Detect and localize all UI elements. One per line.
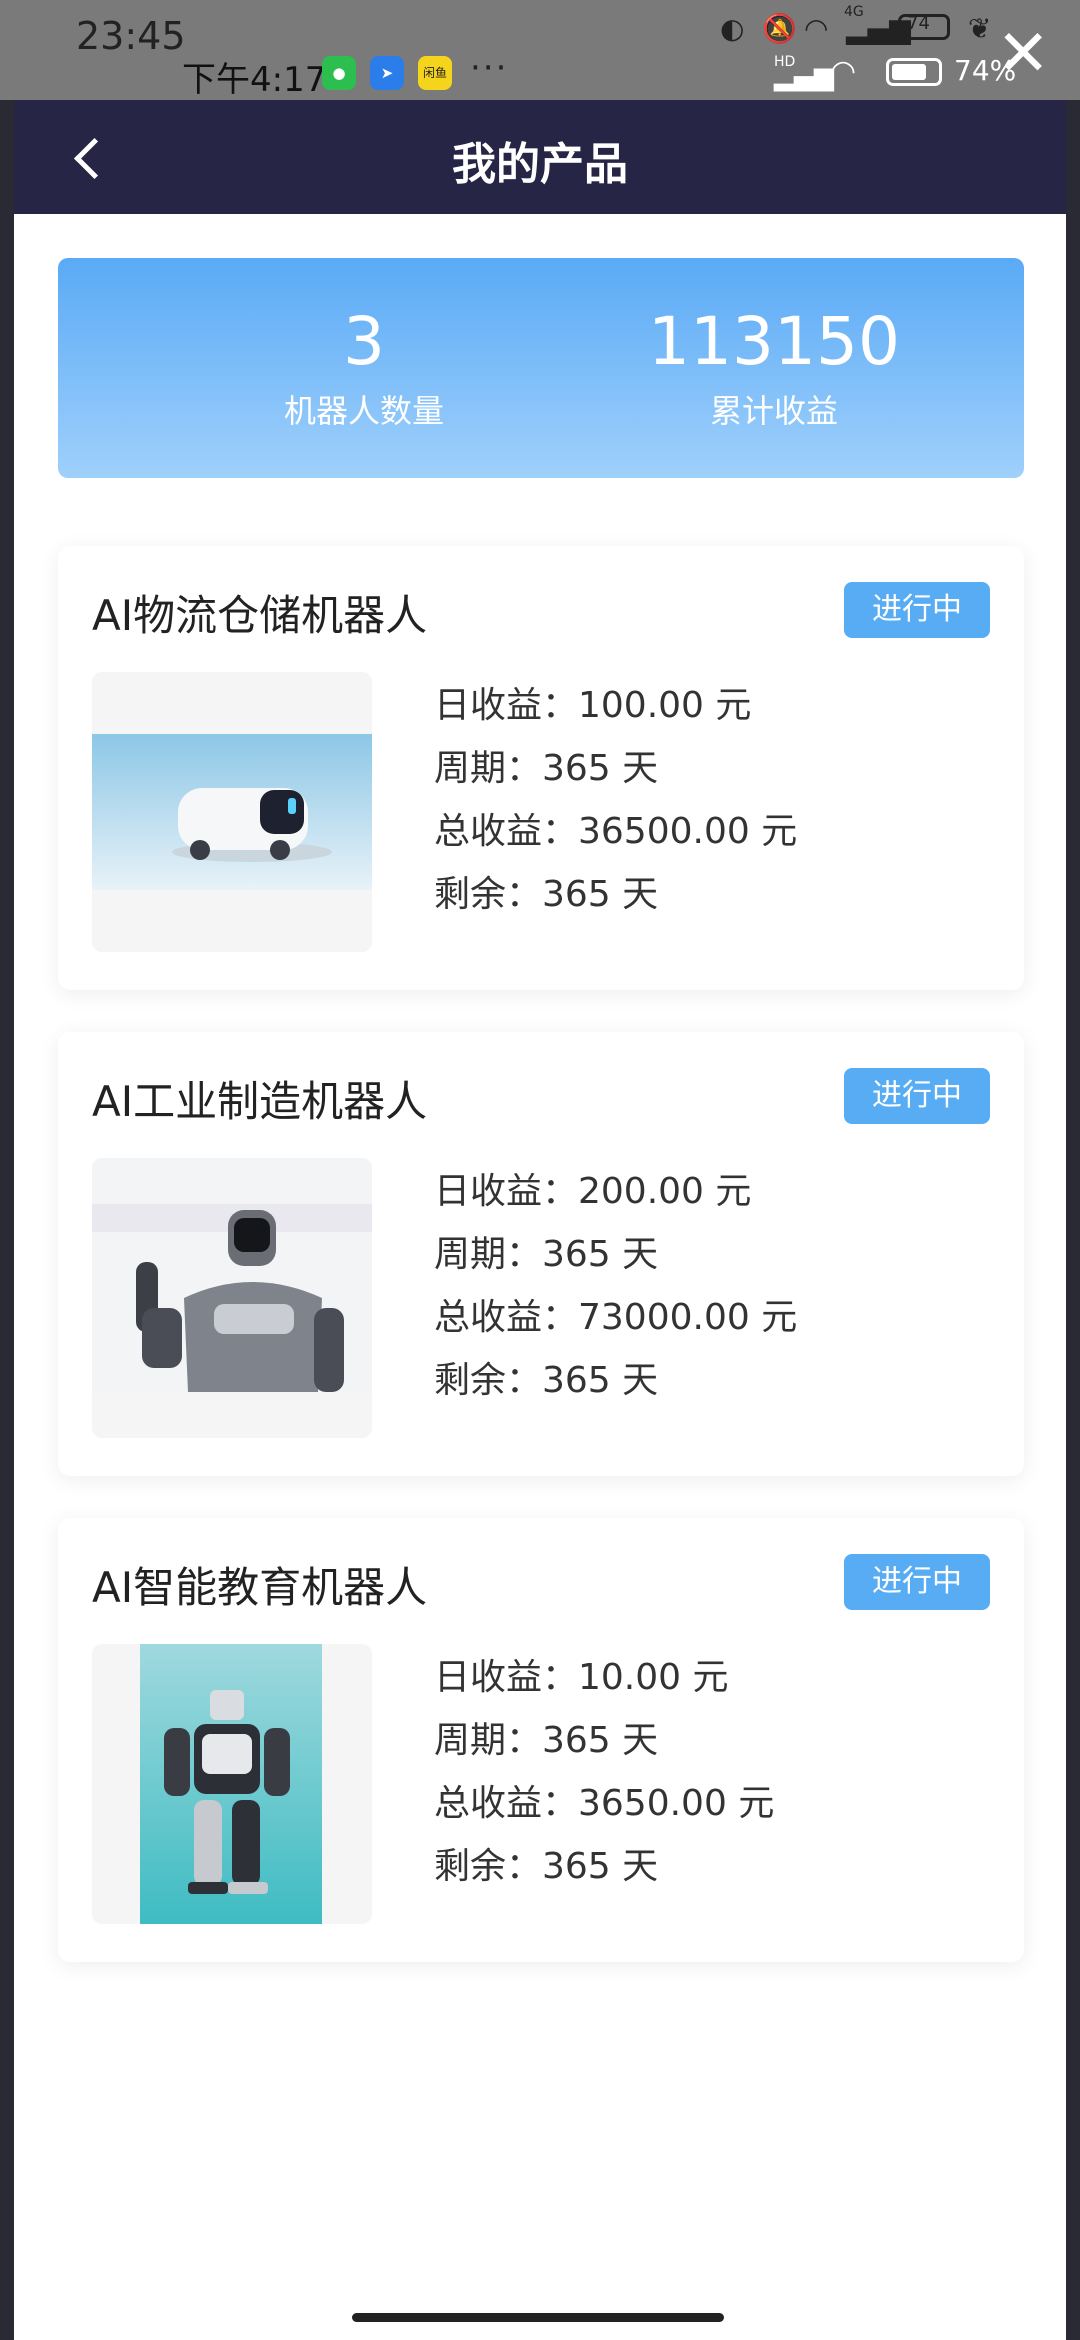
product-name: AI智能教育机器人 [92, 1563, 428, 1612]
status-badge: 进行中 [844, 1554, 990, 1610]
total-income: 总收益：73000.00 元 [434, 1297, 798, 1338]
product-card[interactable]: AI智能教育机器人 进行中 日收益：10.00 元 周期：365 天 总收益：3… [58, 1518, 1024, 1962]
home-indicator[interactable] [352, 2313, 724, 2322]
wifi-icon: ◠ [804, 12, 829, 45]
robot-count-label: 机器人数量 [283, 392, 444, 430]
daily-income: 日收益：10.00 元 [434, 1657, 729, 1698]
remaining: 剩余：365 天 [434, 1846, 659, 1887]
product-image [92, 1158, 372, 1438]
close-icon[interactable]: ✕ [996, 22, 1050, 86]
leaf-icon: ❦ [968, 12, 992, 45]
total-income: 总收益：3650.00 元 [434, 1783, 775, 1824]
daily-income: 日收益：200.00 元 [434, 1171, 752, 1212]
wechat-icon: ● [322, 56, 356, 90]
inner-status-bar: 下午4:17 ● ➤ 闲鱼 ··· HD ▂▄▆ ◠ 74% [0, 48, 1080, 100]
inner-signal-icon: ▂▄▆ [774, 62, 834, 92]
battery-icon: 74 [898, 13, 950, 40]
robot-count-value: 3 [343, 303, 385, 380]
status-badge: 进行中 [844, 1068, 990, 1124]
robot-count-stat: 3 机器人数量 [214, 306, 514, 432]
do-not-disturb-icon: ◐ [720, 12, 745, 45]
period: 周期：365 天 [434, 1234, 659, 1275]
inner-status-time: 下午4:17 [182, 60, 327, 100]
industrial-robot-image [92, 1158, 372, 1392]
period: 周期：365 天 [434, 748, 659, 789]
education-robot-image [140, 1644, 322, 1924]
more-icon: ··· [470, 48, 509, 88]
inner-wifi-icon: ◠ [830, 54, 857, 89]
main-content: 3 机器人数量 113150 累计收益 AI物流仓储机器人 进行中 日收益：10… [14, 214, 1066, 2340]
product-info: 日收益：10.00 元 周期：365 天 总收益：3650.00 元 剩余：36… [434, 1646, 774, 1898]
product-name: AI工业制造机器人 [92, 1077, 428, 1126]
product-card[interactable]: AI物流仓储机器人 进行中 日收益：100.00 元 周期：365 天 总收益：… [58, 546, 1024, 990]
bell-off-icon: 🔕 [762, 12, 797, 45]
app-header: 我的产品 [14, 100, 1066, 214]
product-info: 日收益：200.00 元 周期：365 天 总收益：73000.00 元 剩余：… [434, 1160, 797, 1412]
inner-battery-icon [886, 58, 942, 86]
total-income-value: 113150 [648, 303, 900, 380]
daily-income: 日收益：100.00 元 [434, 685, 752, 726]
status-badge: 进行中 [844, 582, 990, 638]
product-image [92, 672, 372, 952]
product-name: AI物流仓储机器人 [92, 591, 428, 640]
summary-card: 3 机器人数量 113150 累计收益 [58, 258, 1024, 478]
total-income-label: 累计收益 [709, 392, 838, 430]
total-income-stat: 113150 累计收益 [624, 306, 924, 432]
page-title: 我的产品 [452, 139, 628, 190]
product-image [92, 1644, 372, 1924]
remaining: 剩余：365 天 [434, 874, 659, 915]
product-card[interactable]: AI工业制造机器人 进行中 日收益：200.00 元 周期：365 天 总收益：… [58, 1032, 1024, 1476]
product-info: 日收益：100.00 元 周期：365 天 总收益：36500.00 元 剩余：… [434, 674, 797, 926]
remaining: 剩余：365 天 [434, 1360, 659, 1401]
period: 周期：365 天 [434, 1720, 659, 1761]
status-bar: 23:45 ◐ 🔕 ◠ 4G ▂▄▆ 74 ❦ 下午4:17 ● ➤ 闲鱼 ··… [0, 0, 1080, 100]
navigation-app-icon: ➤ [370, 56, 404, 90]
logistics-robot-image [92, 734, 372, 890]
total-income: 总收益：36500.00 元 [434, 811, 798, 852]
xianyu-app-icon: 闲鱼 [418, 56, 452, 90]
